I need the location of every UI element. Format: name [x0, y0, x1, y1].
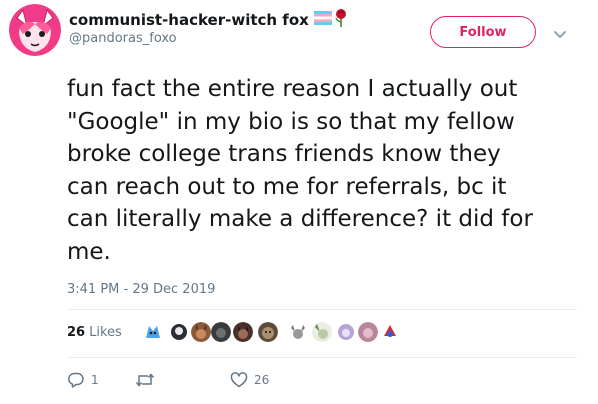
tweet-card: communist-hacker-witch fox @pandoras_fox…: [0, 0, 598, 404]
divider: [67, 357, 577, 358]
tweet-actions: 1 26: [67, 370, 467, 394]
divider: [67, 309, 577, 310]
retweet-button[interactable]: [135, 370, 161, 390]
liker-avatar[interactable]: [288, 322, 308, 342]
tweet-text: fun fact the entire reason I actually ou…: [67, 76, 533, 265]
like-button[interactable]: 26: [230, 370, 269, 390]
tweet-timestamp[interactable]: 3:41 PM - 29 Dec 2019: [67, 282, 215, 297]
reply-button[interactable]: 1: [67, 370, 99, 390]
liker-avatar[interactable]: [211, 322, 231, 342]
likes-stat[interactable]: 26 Likes: [67, 325, 122, 340]
liker-avatar[interactable]: [358, 322, 378, 342]
display-name-text: communist-hacker-witch fox: [69, 11, 309, 29]
follow-button[interactable]: Follow: [430, 16, 536, 48]
liker-avatar[interactable]: [258, 322, 278, 342]
author-handle[interactable]: @pandoras_foxo: [69, 31, 177, 46]
liker-avatar[interactable]: [336, 322, 356, 342]
liker-avatar[interactable]: [312, 322, 332, 342]
liker-avatar[interactable]: [233, 322, 253, 342]
author-avatar[interactable]: [9, 4, 61, 56]
likes-stat-number: 26: [67, 325, 86, 340]
heart-icon: [230, 371, 248, 389]
reply-icon: [67, 371, 85, 389]
liker-avatar[interactable]: [169, 322, 189, 342]
likes-stat-label: Likes: [89, 325, 122, 340]
chevron-down-icon[interactable]: [552, 26, 568, 38]
author-display-name[interactable]: communist-hacker-witch fox: [69, 9, 348, 31]
reply-count: 1: [91, 373, 99, 387]
liker-avatar[interactable]: [143, 322, 163, 342]
like-count: 26: [254, 373, 270, 387]
liker-avatar[interactable]: [380, 322, 400, 342]
liker-avatar[interactable]: [191, 322, 211, 342]
rose-icon: [334, 9, 348, 31]
retweet-icon: [135, 371, 155, 389]
transgender-flag-icon: [313, 11, 332, 29]
